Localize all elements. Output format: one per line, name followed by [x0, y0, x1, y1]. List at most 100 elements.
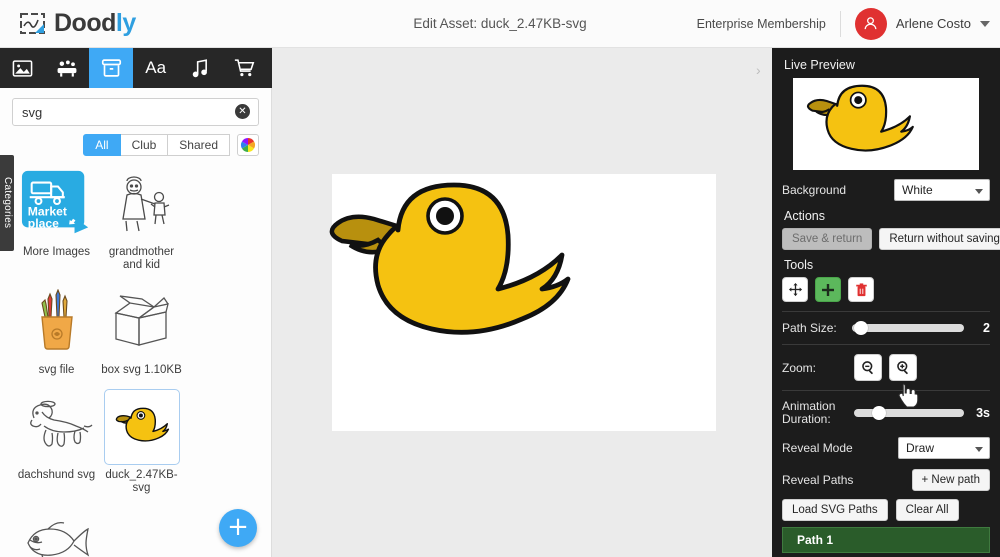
animation-duration-value: 3s: [976, 406, 990, 420]
asset-thumbnail[interactable]: [19, 507, 95, 557]
list-item[interactable]: svg file: [14, 284, 99, 377]
user-icon: [864, 17, 877, 30]
toolbar-item-images[interactable]: [0, 48, 44, 88]
filter-club[interactable]: Club: [120, 134, 169, 156]
user-name[interactable]: Arlene Costo: [896, 16, 971, 31]
reveal-mode-label: Reveal Mode: [782, 441, 853, 455]
asset-grid: Market place More Images grandmother and…: [0, 156, 271, 557]
text-aa-icon: Aa: [145, 58, 167, 77]
mouse-cursor-icon: [897, 382, 919, 408]
delete-tool-button[interactable]: [848, 277, 874, 302]
list-item[interactable]: dachshund svg: [14, 389, 99, 495]
animation-duration-slider[interactable]: [854, 406, 964, 420]
asset-label: box svg 1.10KB: [101, 364, 182, 376]
header-divider: [839, 10, 841, 37]
chevron-down-icon[interactable]: [980, 20, 990, 27]
divider: [782, 390, 990, 391]
live-preview-panel: › Live Preview Background White Actions …: [756, 48, 1000, 557]
reveal-paths-row: Reveal Paths + New path: [772, 469, 1000, 491]
path-list-item[interactable]: Path 1: [782, 527, 990, 553]
plus-icon: [822, 283, 834, 296]
asset-label: grandmother and kid: [108, 246, 175, 271]
tools-label: Tools: [784, 258, 814, 272]
list-item[interactable]: fish svg: [14, 507, 99, 557]
clear-all-button[interactable]: Clear All: [895, 499, 959, 521]
live-preview-box: [793, 78, 979, 170]
header-right-cluster: Enterprise Membership Arlene Costo: [697, 7, 990, 40]
asset-library-panel: ✕ All Club Shared Categories: [0, 88, 272, 557]
live-preview-label: Live Preview: [784, 58, 855, 72]
zoom-row: Zoom:: [772, 354, 1000, 408]
color-wheel-icon[interactable]: [237, 134, 259, 156]
zoom-label: Zoom:: [782, 360, 817, 375]
move-tool-button[interactable]: [782, 277, 808, 302]
dachshund-icon: [29, 400, 92, 447]
list-item[interactable]: Market place More Images: [14, 166, 99, 272]
zoom-out-button[interactable]: [854, 354, 882, 381]
toolbar-item-props[interactable]: [88, 48, 134, 94]
background-row: Background White: [772, 179, 1000, 201]
path-size-label: Path Size:: [782, 321, 837, 335]
reveal-mode-select[interactable]: Draw: [898, 437, 990, 459]
asset-thumbnail[interactable]: [19, 284, 95, 360]
path-size-slider[interactable]: [852, 321, 964, 335]
asset-thumbnail[interactable]: [104, 166, 180, 242]
people-icon: [57, 60, 77, 77]
app-header: Doodly Edit Asset: duck_2.47KB-svg Enter…: [0, 0, 1000, 48]
save-and-return-button[interactable]: Save & return: [782, 228, 873, 250]
list-item[interactable]: box svg 1.10KB: [99, 284, 184, 377]
zoom-out-icon: [861, 361, 873, 375]
trash-icon: [855, 282, 867, 296]
duck-artwork[interactable]: [302, 168, 752, 448]
asset-thumbnail-selected[interactable]: [103, 389, 180, 465]
list-item[interactable]: duck_2.47KB-svg: [99, 389, 184, 495]
asset-thumbnail[interactable]: [104, 284, 180, 360]
panel-expand-button[interactable]: ›: [756, 62, 761, 78]
add-asset-button[interactable]: +: [219, 509, 257, 547]
box-icon: [113, 295, 169, 346]
path-actions-row: Load SVG Paths Clear All: [772, 499, 1000, 521]
search-input[interactable]: [12, 98, 259, 126]
toolbar-item-characters[interactable]: [44, 48, 88, 88]
toolbar-item-marketplace[interactable]: [222, 48, 266, 88]
duck-preview-artwork: [806, 84, 914, 152]
asset-category-toolbar: Aa ‹: [0, 48, 292, 94]
new-path-button[interactable]: + New path: [911, 469, 990, 491]
animation-duration-slider-knob[interactable]: [872, 406, 886, 420]
logo-wordmark: Doodly: [54, 9, 136, 37]
move-arrows-icon: [788, 282, 802, 297]
divider: [782, 344, 990, 345]
svg-text:place: place: [27, 216, 58, 230]
add-path-tool-button[interactable]: [815, 277, 841, 302]
fish-icon: [26, 521, 89, 557]
toolbar-item-text[interactable]: Aa: [133, 48, 177, 88]
categories-tab[interactable]: Categories: [0, 155, 14, 251]
asset-thumbnail[interactable]: [19, 389, 95, 465]
list-item[interactable]: grandmother and kid: [99, 166, 184, 272]
path-size-slider-knob[interactable]: [854, 321, 868, 335]
asset-label: More Images: [22, 246, 91, 258]
asset-label: dachshund svg: [17, 469, 96, 481]
background-select[interactable]: White: [894, 179, 990, 201]
search-row: ✕: [0, 88, 271, 126]
doodly-asset-editor: Doodly Edit Asset: duck_2.47KB-svg Enter…: [0, 0, 1000, 557]
clear-search-icon[interactable]: ✕: [235, 104, 250, 119]
path-size-value: 2: [983, 321, 990, 335]
return-without-saving-button[interactable]: Return without saving: [879, 228, 1000, 250]
image-icon: [12, 59, 33, 77]
canvas-area[interactable]: [272, 48, 772, 557]
load-svg-paths-button[interactable]: Load SVG Paths: [782, 499, 888, 521]
actions-row: Save & return Return without saving: [772, 228, 1000, 250]
shopping-cart-icon: [235, 59, 255, 77]
avatar[interactable]: [854, 7, 887, 40]
toolbar-item-music[interactable]: [178, 48, 222, 88]
filter-row: All Club Shared: [0, 126, 271, 156]
zoom-in-icon: [896, 361, 908, 375]
doodly-logo[interactable]: Doodly: [18, 9, 136, 38]
filter-shared[interactable]: Shared: [168, 134, 230, 156]
background-label: Background: [782, 183, 847, 197]
filter-all[interactable]: All: [83, 134, 121, 156]
path-size-row: Path Size: 2: [772, 321, 1000, 335]
zoom-in-button[interactable]: [889, 354, 917, 381]
asset-thumbnail[interactable]: Market place: [19, 166, 95, 242]
